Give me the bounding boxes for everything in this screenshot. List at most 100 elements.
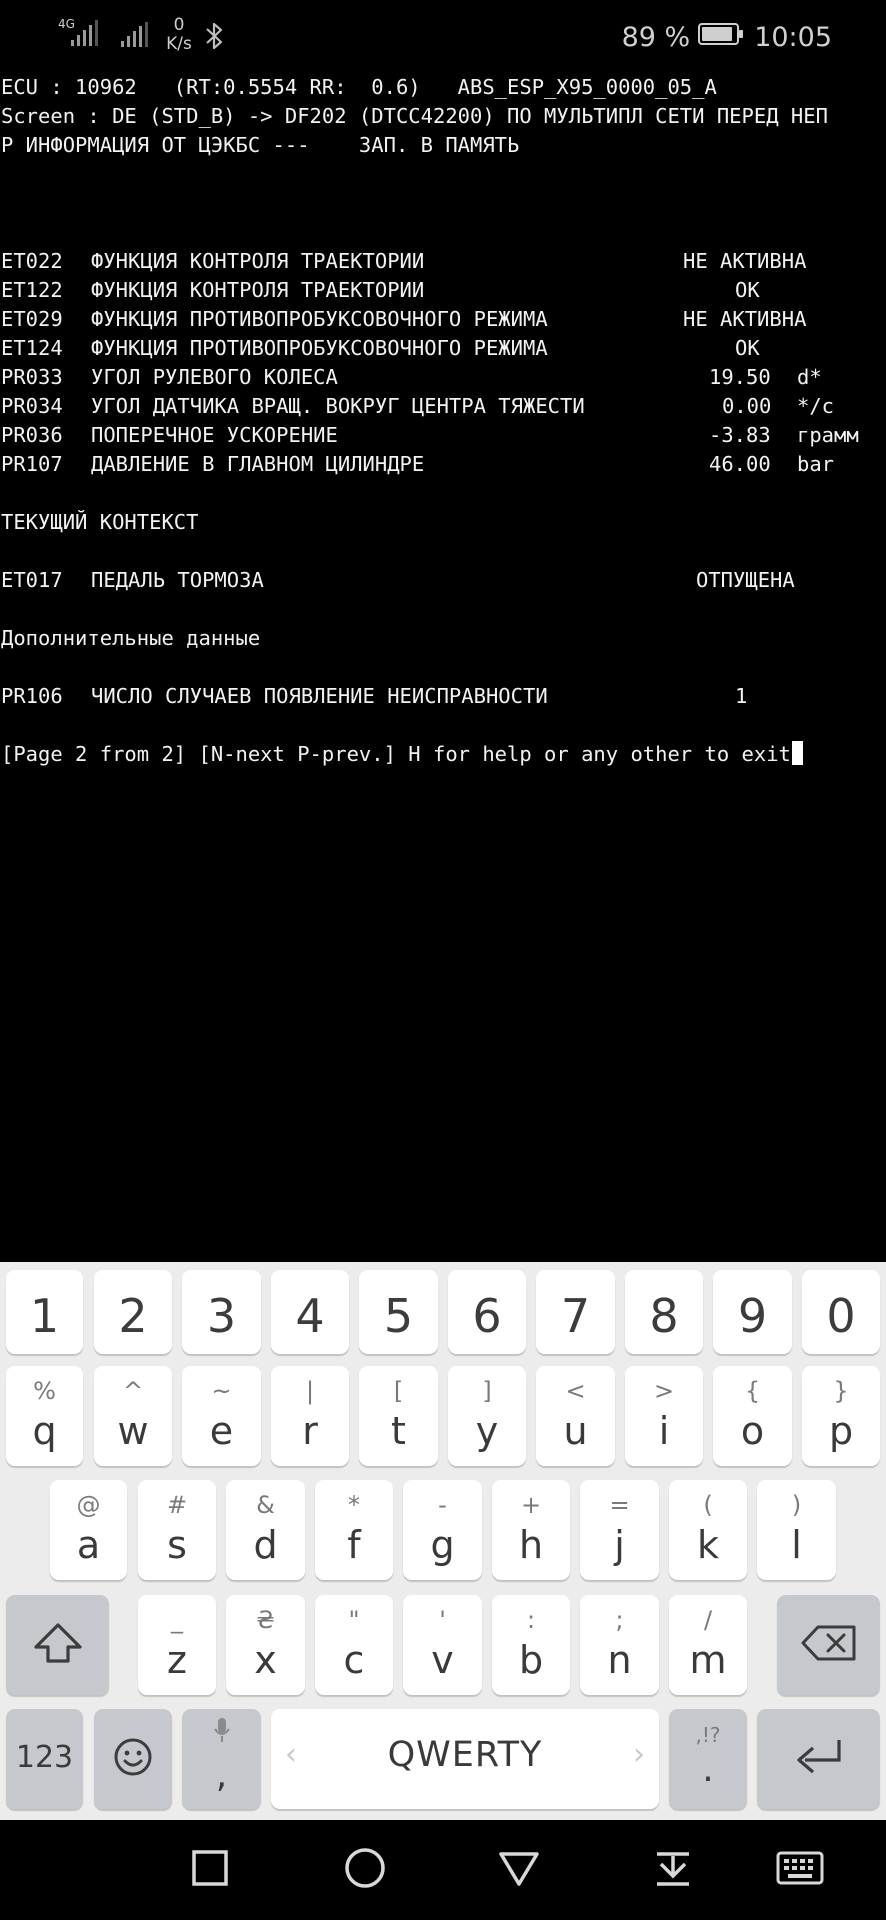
param-code: ET022: [1, 249, 63, 273]
key-2[interactable]: 2: [94, 1270, 172, 1354]
key-sub-label: }: [833, 1377, 849, 1405]
hide-keyboard-icon: [651, 1848, 695, 1892]
key-label: p: [828, 1409, 854, 1453]
key-3[interactable]: 3: [182, 1270, 261, 1354]
key-l[interactable]: ) l: [757, 1480, 836, 1580]
key-i[interactable]: > i: [625, 1366, 703, 1466]
key-label: 123: [15, 1740, 74, 1775]
network-speed: 0 K/s: [160, 16, 198, 54]
emoji-icon: [113, 1737, 153, 1781]
key-0[interactable]: 0: [802, 1270, 880, 1354]
home-button[interactable]: [325, 1820, 405, 1920]
enter-icon: [791, 1736, 847, 1782]
key-d[interactable]: & d: [226, 1480, 305, 1580]
key-u[interactable]: < u: [536, 1366, 615, 1466]
ecu-header-line: ECU : 10962 (RT:0.5554 RR: 0.6) ABS_ESP_…: [1, 75, 717, 99]
text-cursor: [791, 741, 803, 765]
param-name: ДАВЛЕНИЕ В ГЛАВНОМ ЦИЛИНДРЕ: [91, 452, 425, 476]
key-r[interactable]: | r: [271, 1366, 349, 1466]
key-y[interactable]: ] y: [448, 1366, 526, 1466]
key-m[interactable]: / m: [669, 1595, 747, 1695]
battery-percent: 89 %: [621, 22, 691, 53]
space-key[interactable]: ‹ QWERTY ›: [271, 1709, 659, 1809]
screen-header-line: Screen : DE (STD_B) -> DF202 (DTCC42200)…: [1, 104, 828, 128]
key-sub-label: >: [653, 1377, 675, 1405]
key-k[interactable]: (k: [669, 1480, 747, 1580]
key-label: g: [430, 1523, 455, 1567]
shift-key[interactable]: [6, 1595, 109, 1695]
key-label: 6: [472, 1289, 502, 1343]
keyboard-switch-button[interactable]: [760, 1820, 840, 1920]
key-label: y: [475, 1409, 499, 1453]
key-sub-label: ^: [122, 1377, 144, 1405]
param-unit: грамм: [797, 423, 859, 447]
symbols-key[interactable]: 123: [6, 1709, 83, 1809]
key-9[interactable]: 9: [713, 1270, 792, 1354]
key-7[interactable]: 7: [536, 1270, 615, 1354]
param-value: ОК: [735, 336, 760, 360]
key-e[interactable]: ~ e: [182, 1366, 261, 1466]
key-g[interactable]: -g: [403, 1480, 482, 1580]
key-sub-label: ;: [615, 1606, 624, 1634]
key-x[interactable]: ₴ x: [226, 1595, 305, 1695]
key-label: j: [614, 1523, 625, 1567]
key-4[interactable]: 4: [271, 1270, 349, 1354]
key-sub-label: _: [171, 1606, 183, 1634]
param-code: ET122: [1, 278, 63, 302]
key-label: e: [209, 1409, 234, 1453]
param-unit: bar: [797, 452, 835, 476]
key-t[interactable]: [t: [359, 1366, 438, 1466]
key-w[interactable]: ^ w: [94, 1366, 172, 1466]
soft-keyboard: 1 2 3 4 5 6 7 8 9 0 % q ^ w ~ e | r [t ] y < u…: [0, 1262, 886, 1820]
recents-square-icon: [190, 1848, 230, 1892]
key-6[interactable]: 6: [448, 1270, 526, 1354]
key-n[interactable]: ; n: [580, 1595, 659, 1695]
key-h[interactable]: + h: [492, 1480, 570, 1580]
extra-data-heading: Дополнительные данные: [1, 626, 261, 650]
param-value: 46.00: [709, 452, 771, 476]
emoji-key[interactable]: [94, 1709, 172, 1809]
key-label: QWERTY: [387, 1735, 543, 1775]
key-sub-label: &: [256, 1491, 275, 1519]
key-b[interactable]: :b: [492, 1595, 570, 1695]
key-8[interactable]: 8: [625, 1270, 703, 1354]
key-1[interactable]: 1: [6, 1270, 83, 1354]
network-speed-unit: K/s: [166, 34, 192, 54]
recents-button[interactable]: [170, 1820, 250, 1920]
key-q[interactable]: % q: [6, 1366, 83, 1466]
period-key[interactable]: ,!? .: [669, 1709, 747, 1809]
key-s[interactable]: # s: [138, 1480, 216, 1580]
enter-key[interactable]: [757, 1709, 880, 1809]
key-label: o: [740, 1409, 765, 1453]
param-code: ET029: [1, 307, 63, 331]
backspace-key[interactable]: [777, 1595, 880, 1695]
key-sub-label: ": [348, 1606, 360, 1634]
hide-keyboard-button[interactable]: [633, 1820, 713, 1920]
param-value: 1: [735, 684, 748, 708]
key-label: 0: [826, 1289, 856, 1343]
terminal-output[interactable]: ECU : 10962 (RT:0.5554 RR: 0.6) ABS_ESP_…: [0, 73, 886, 1261]
key-label: a: [76, 1523, 101, 1567]
back-button[interactable]: [479, 1820, 559, 1920]
key-5[interactable]: 5: [359, 1270, 438, 1354]
key-p[interactable]: } p: [802, 1366, 880, 1466]
key-sub-label: %: [33, 1377, 56, 1405]
comma-key[interactable]: ,: [182, 1709, 261, 1809]
key-v[interactable]: ' v: [403, 1595, 482, 1695]
param-code: PR106: [1, 684, 63, 708]
param-name: ПЕДАЛЬ ТОРМОЗА: [91, 568, 264, 592]
backspace-icon: [800, 1623, 858, 1667]
key-sub-label: +: [520, 1491, 542, 1519]
key-c[interactable]: " c: [315, 1595, 393, 1695]
key-a[interactable]: @ a: [50, 1480, 127, 1580]
key-o[interactable]: {o: [713, 1366, 792, 1466]
pager-prompt-text: [Page 2 from 2] [N-next P-prev.] H for h…: [1, 742, 791, 766]
key-f[interactable]: * f: [315, 1480, 393, 1580]
status-right: 89 % 10:05: [622, 18, 832, 58]
key-sub-label: ]: [482, 1377, 492, 1405]
param-value: 0.00: [722, 394, 772, 418]
param-name: ЧИСЛО СЛУЧАЕВ ПОЯВЛЕНИЕ НЕИСПРАВНОСТИ: [91, 684, 548, 708]
param-code: ET124: [1, 336, 63, 360]
key-z[interactable]: _ z: [138, 1595, 216, 1695]
key-j[interactable]: = j: [580, 1480, 659, 1580]
